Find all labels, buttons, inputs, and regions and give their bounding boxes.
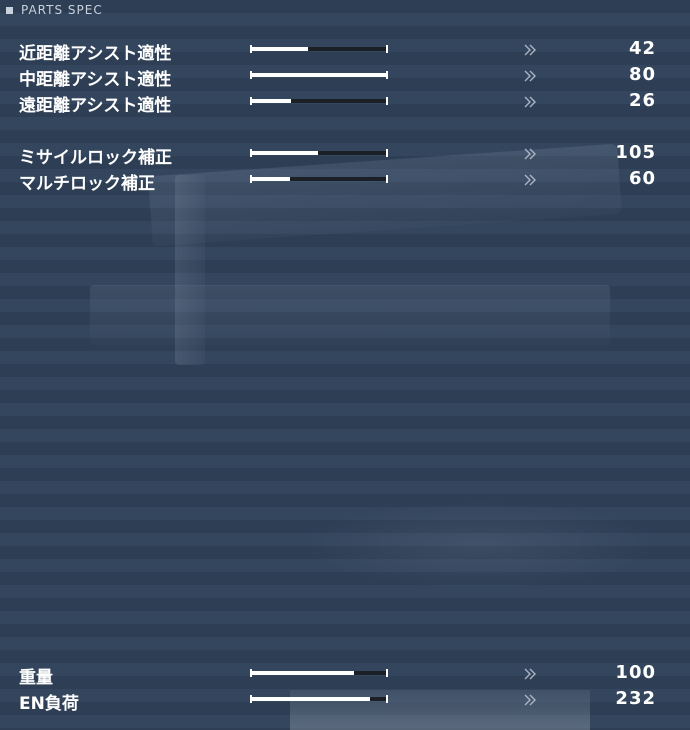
- stat-bar: [250, 149, 388, 157]
- stat-bar: [250, 45, 388, 53]
- panel-header: PARTS SPEC: [0, 0, 690, 20]
- stat-label: EN負荷: [19, 694, 79, 714]
- stat-bar: [250, 175, 388, 183]
- double-chevron-right-icon: [524, 148, 536, 160]
- stat-value: 60: [628, 168, 656, 189]
- square-bullet-icon: [6, 6, 13, 14]
- stat-row-weight: 重量 100: [0, 661, 690, 688]
- stat-label: ミサイルロック補正: [19, 148, 172, 168]
- double-chevron-right-icon: [524, 44, 536, 56]
- stat-row-mid-range-assist: 中距離アシスト適性 80: [0, 63, 690, 90]
- double-chevron-right-icon: [524, 694, 536, 706]
- stat-label: 重量: [19, 668, 53, 688]
- stat-bar: [250, 71, 388, 79]
- stat-row-short-range-assist: 近距離アシスト適性 42: [0, 37, 690, 64]
- stat-bar: [250, 669, 388, 677]
- stat-label: 中距離アシスト適性: [19, 70, 172, 90]
- panel-title: PARTS SPEC: [21, 3, 103, 17]
- stat-bar: [250, 97, 388, 105]
- stat-row-en-load: EN負荷 232: [0, 687, 690, 714]
- double-chevron-right-icon: [524, 70, 536, 82]
- double-chevron-right-icon: [524, 174, 536, 186]
- stat-value: 100: [615, 662, 656, 683]
- stat-row-multi-lock: マルチロック補正 60: [0, 167, 690, 194]
- parts-spec-panel: PARTS SPEC 近距離アシスト適性 42 中距離アシスト適性 80 遠距離…: [0, 0, 690, 730]
- stat-value: 105: [615, 142, 656, 163]
- stat-value: 232: [615, 688, 656, 709]
- background-mech-art: [175, 175, 205, 365]
- stat-value: 80: [628, 64, 656, 85]
- stat-bar: [250, 695, 388, 703]
- stat-label: マルチロック補正: [19, 174, 155, 194]
- background-mech-art: [300, 500, 660, 590]
- double-chevron-right-icon: [524, 96, 536, 108]
- background-mech-art: [90, 285, 610, 345]
- stat-row-missile-lock: ミサイルロック補正 105: [0, 141, 690, 168]
- stat-label: 遠距離アシスト適性: [19, 96, 172, 116]
- stat-value: 42: [628, 38, 656, 59]
- stat-row-long-range-assist: 遠距離アシスト適性 26: [0, 89, 690, 116]
- double-chevron-right-icon: [524, 668, 536, 680]
- stat-value: 26: [628, 90, 656, 111]
- stat-label: 近距離アシスト適性: [19, 44, 172, 64]
